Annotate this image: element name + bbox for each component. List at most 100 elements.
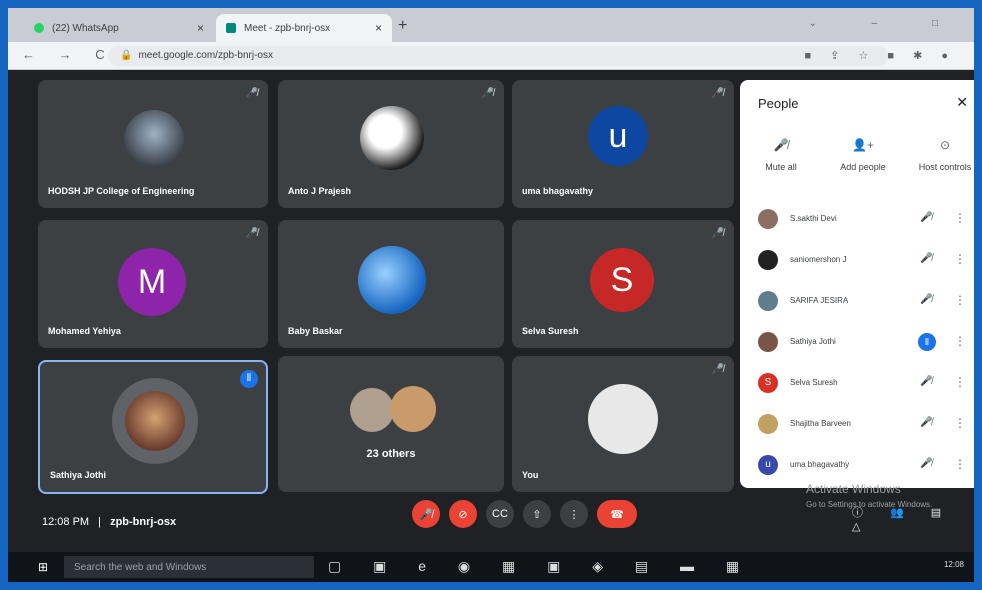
participant-name: You <box>522 470 539 480</box>
speaking-icon: ⦀ <box>240 370 258 388</box>
more-options-button[interactable]: ⋮ <box>560 500 588 528</box>
extension-icons[interactable]: ■ ⇪ ☆ ■ ✱ ● <box>804 49 956 62</box>
more-options-icon[interactable]: ⋮ <box>954 211 966 225</box>
mic-off-icon: 🎤̸ <box>773 138 789 152</box>
participant-tile[interactable]: 🎤̸ u uma bhagavathy <box>512 80 734 208</box>
tab-meet[interactable]: Meet - zpb-bnrj-osx × <box>216 14 392 42</box>
close-icon[interactable]: ✕ <box>956 94 968 111</box>
participant-tile[interactable]: 🎤̸ S Selva Suresh <box>512 220 734 348</box>
panel-title: People <box>758 96 799 111</box>
panel-actions: 🎤̸ Mute all 👤+ Add people ⊙ Host control… <box>740 138 974 172</box>
whatsapp-icon <box>34 23 44 33</box>
speaking-icon: ⦀ <box>918 333 936 351</box>
self-tile[interactable]: 🎤̸ You <box>512 356 734 492</box>
system-tray-clock[interactable]: 12:08 <box>944 560 964 569</box>
more-options-icon[interactable]: ⋮ <box>954 416 966 430</box>
participant-list: S.sakthi Devi 🎤̸ ⋮ saniomershon J 🎤̸ ⋮ S… <box>740 200 974 487</box>
muted-mic-icon: 🎤̸ <box>920 294 933 305</box>
hang-up-button[interactable]: ☎ <box>597 500 637 528</box>
participant-tile[interactable]: 🎤̸ Anto J Prajesh <box>278 80 504 208</box>
participant-name: Anto J Prajesh <box>288 186 352 196</box>
muted-mic-icon: 🎤̸ <box>245 228 258 239</box>
avatar <box>758 414 778 434</box>
other-avatar <box>350 388 394 432</box>
avatar: S <box>758 373 778 393</box>
host-controls-button[interactable]: ⊙ Host controls <box>907 138 974 172</box>
more-options-icon[interactable]: ⋮ <box>954 375 966 389</box>
participant-name: uma bhagavathy <box>522 186 594 196</box>
browser-tab-bar: (22) WhatsApp × Meet - zpb-bnrj-osx × + … <box>8 8 974 42</box>
avatar <box>758 291 778 311</box>
participant-list-name: SARIFA JESIRA <box>790 296 849 305</box>
muted-mic-icon: 🎤̸ <box>711 228 724 239</box>
screen-frame: (22) WhatsApp × Meet - zpb-bnrj-osx × + … <box>8 8 974 582</box>
call-controls: 🎤̸ ⊘ CC ⇧ ⋮ ☎ <box>412 500 637 528</box>
separator: | <box>98 516 102 528</box>
college-avatar <box>124 110 184 170</box>
muted-mic-icon: 🎤̸ <box>920 376 933 387</box>
muted-mic-icon: 🎤̸ <box>920 458 933 469</box>
lock-icon: 🔒 <box>120 50 133 61</box>
camera-toggle-button[interactable]: ⊘ <box>449 500 477 528</box>
others-tile[interactable]: 23 others <box>278 356 504 492</box>
side-panel-controls[interactable]: ⓘ 👥 ▤ △ <box>852 504 974 533</box>
taskbar-app-icons[interactable]: ▢ ▣ e ◉ ▦ ▣ ◈ ▤ ▬ ▦ <box>328 558 753 575</box>
muted-mic-icon: 🎤̸ <box>920 253 933 264</box>
add-person-icon: 👤+ <box>852 138 874 152</box>
participant-name: Baby Baskar <box>288 326 343 336</box>
speaking-ring <box>112 378 198 464</box>
meeting-time: 12:08 PM <box>42 516 90 528</box>
windows-start-icon[interactable]: ⊞ <box>38 560 48 574</box>
participant-tile[interactable]: 🎤̸ HODSH JP College of Engineering <box>38 80 268 208</box>
taskbar-search-field[interactable]: Search the web and Windows <box>64 556 314 578</box>
participant-tile[interactable]: 🎤̸ M Mohamed Yehiya <box>38 220 268 348</box>
new-tab-button[interactable]: + <box>398 17 407 35</box>
captions-button[interactable]: CC <box>486 500 514 528</box>
participant-list-name: Selva Suresh <box>790 378 838 387</box>
address-bar-row: ← → C 🔒 meet.google.com/zpb-bnrj-osx ■ ⇪ … <box>8 42 974 70</box>
avatar <box>758 209 778 229</box>
tab-whatsapp[interactable]: (22) WhatsApp × <box>24 14 214 42</box>
close-tab-icon[interactable]: × <box>197 21 204 35</box>
initial-avatar: u <box>588 106 648 166</box>
more-options-icon[interactable]: ⋮ <box>954 334 966 348</box>
participant-tile[interactable]: Baby Baskar <box>278 220 504 348</box>
present-button[interactable]: ⇧ <box>523 500 551 528</box>
participant-list-name: S.sakthi Devi <box>790 214 837 223</box>
muted-mic-icon: 🎤̸ <box>245 88 258 99</box>
other-avatar <box>390 386 436 432</box>
close-tab-icon[interactable]: × <box>375 21 382 35</box>
windows-taskbar: ⊞ Search the web and Windows ▢ ▣ e ◉ ▦ ▣… <box>8 552 974 582</box>
participant-tile-active[interactable]: ⦀ Sathiya Jothi <box>38 360 268 494</box>
participant-name: HODSH JP College of Engineering <box>48 186 195 196</box>
nav-buttons[interactable]: ← → C <box>22 47 115 62</box>
others-count: 23 others <box>366 448 416 460</box>
participant-name: Mohamed Yehiya <box>48 326 121 336</box>
muted-mic-icon: 🎤̸ <box>481 88 494 99</box>
more-options-icon[interactable]: ⋮ <box>954 293 966 307</box>
initial-avatar: S <box>590 248 654 312</box>
meeting-info: 12:08 PM | zpb-bnrj-osx <box>42 516 176 528</box>
more-options-icon[interactable]: ⋮ <box>954 457 966 471</box>
window-controls[interactable]: ⌄ – □ <box>808 18 964 29</box>
tab-title: Meet - zpb-bnrj-osx <box>244 22 331 34</box>
participant-list-name: Shajitha Barveen <box>790 419 851 428</box>
list-item[interactable]: Shajitha Barveen 🎤̸ ⋮ <box>740 405 974 446</box>
list-item[interactable]: u uma bhagavathy 🎤̸ ⋮ <box>740 446 974 487</box>
list-item[interactable]: SARIFA JESIRA 🎤̸ ⋮ <box>740 282 974 323</box>
toggle-icon: ⊙ <box>939 138 951 152</box>
mute-all-button[interactable]: 🎤̸ Mute all <box>743 138 819 172</box>
activate-windows-title: Activate Windows <box>806 482 901 496</box>
tab-title: (22) WhatsApp <box>52 22 119 34</box>
list-item[interactable]: saniomershon J 🎤̸ ⋮ <box>740 241 974 282</box>
participant-list-name: Sathiya Jothi <box>790 337 836 346</box>
list-item[interactable]: S.sakthi Devi 🎤̸ ⋮ <box>740 200 974 241</box>
more-options-icon[interactable]: ⋮ <box>954 252 966 266</box>
cow-avatar <box>360 106 424 170</box>
participant-name: Selva Suresh <box>522 326 579 336</box>
url-field[interactable]: 🔒 meet.google.com/zpb-bnrj-osx <box>108 46 888 66</box>
list-item[interactable]: S Selva Suresh 🎤̸ ⋮ <box>740 364 974 405</box>
add-people-button[interactable]: 👤+ Add people <box>825 138 901 172</box>
list-item[interactable]: Sathiya Jothi ⦀ ⋮ <box>740 323 974 364</box>
mic-toggle-button[interactable]: 🎤̸ <box>412 500 440 528</box>
